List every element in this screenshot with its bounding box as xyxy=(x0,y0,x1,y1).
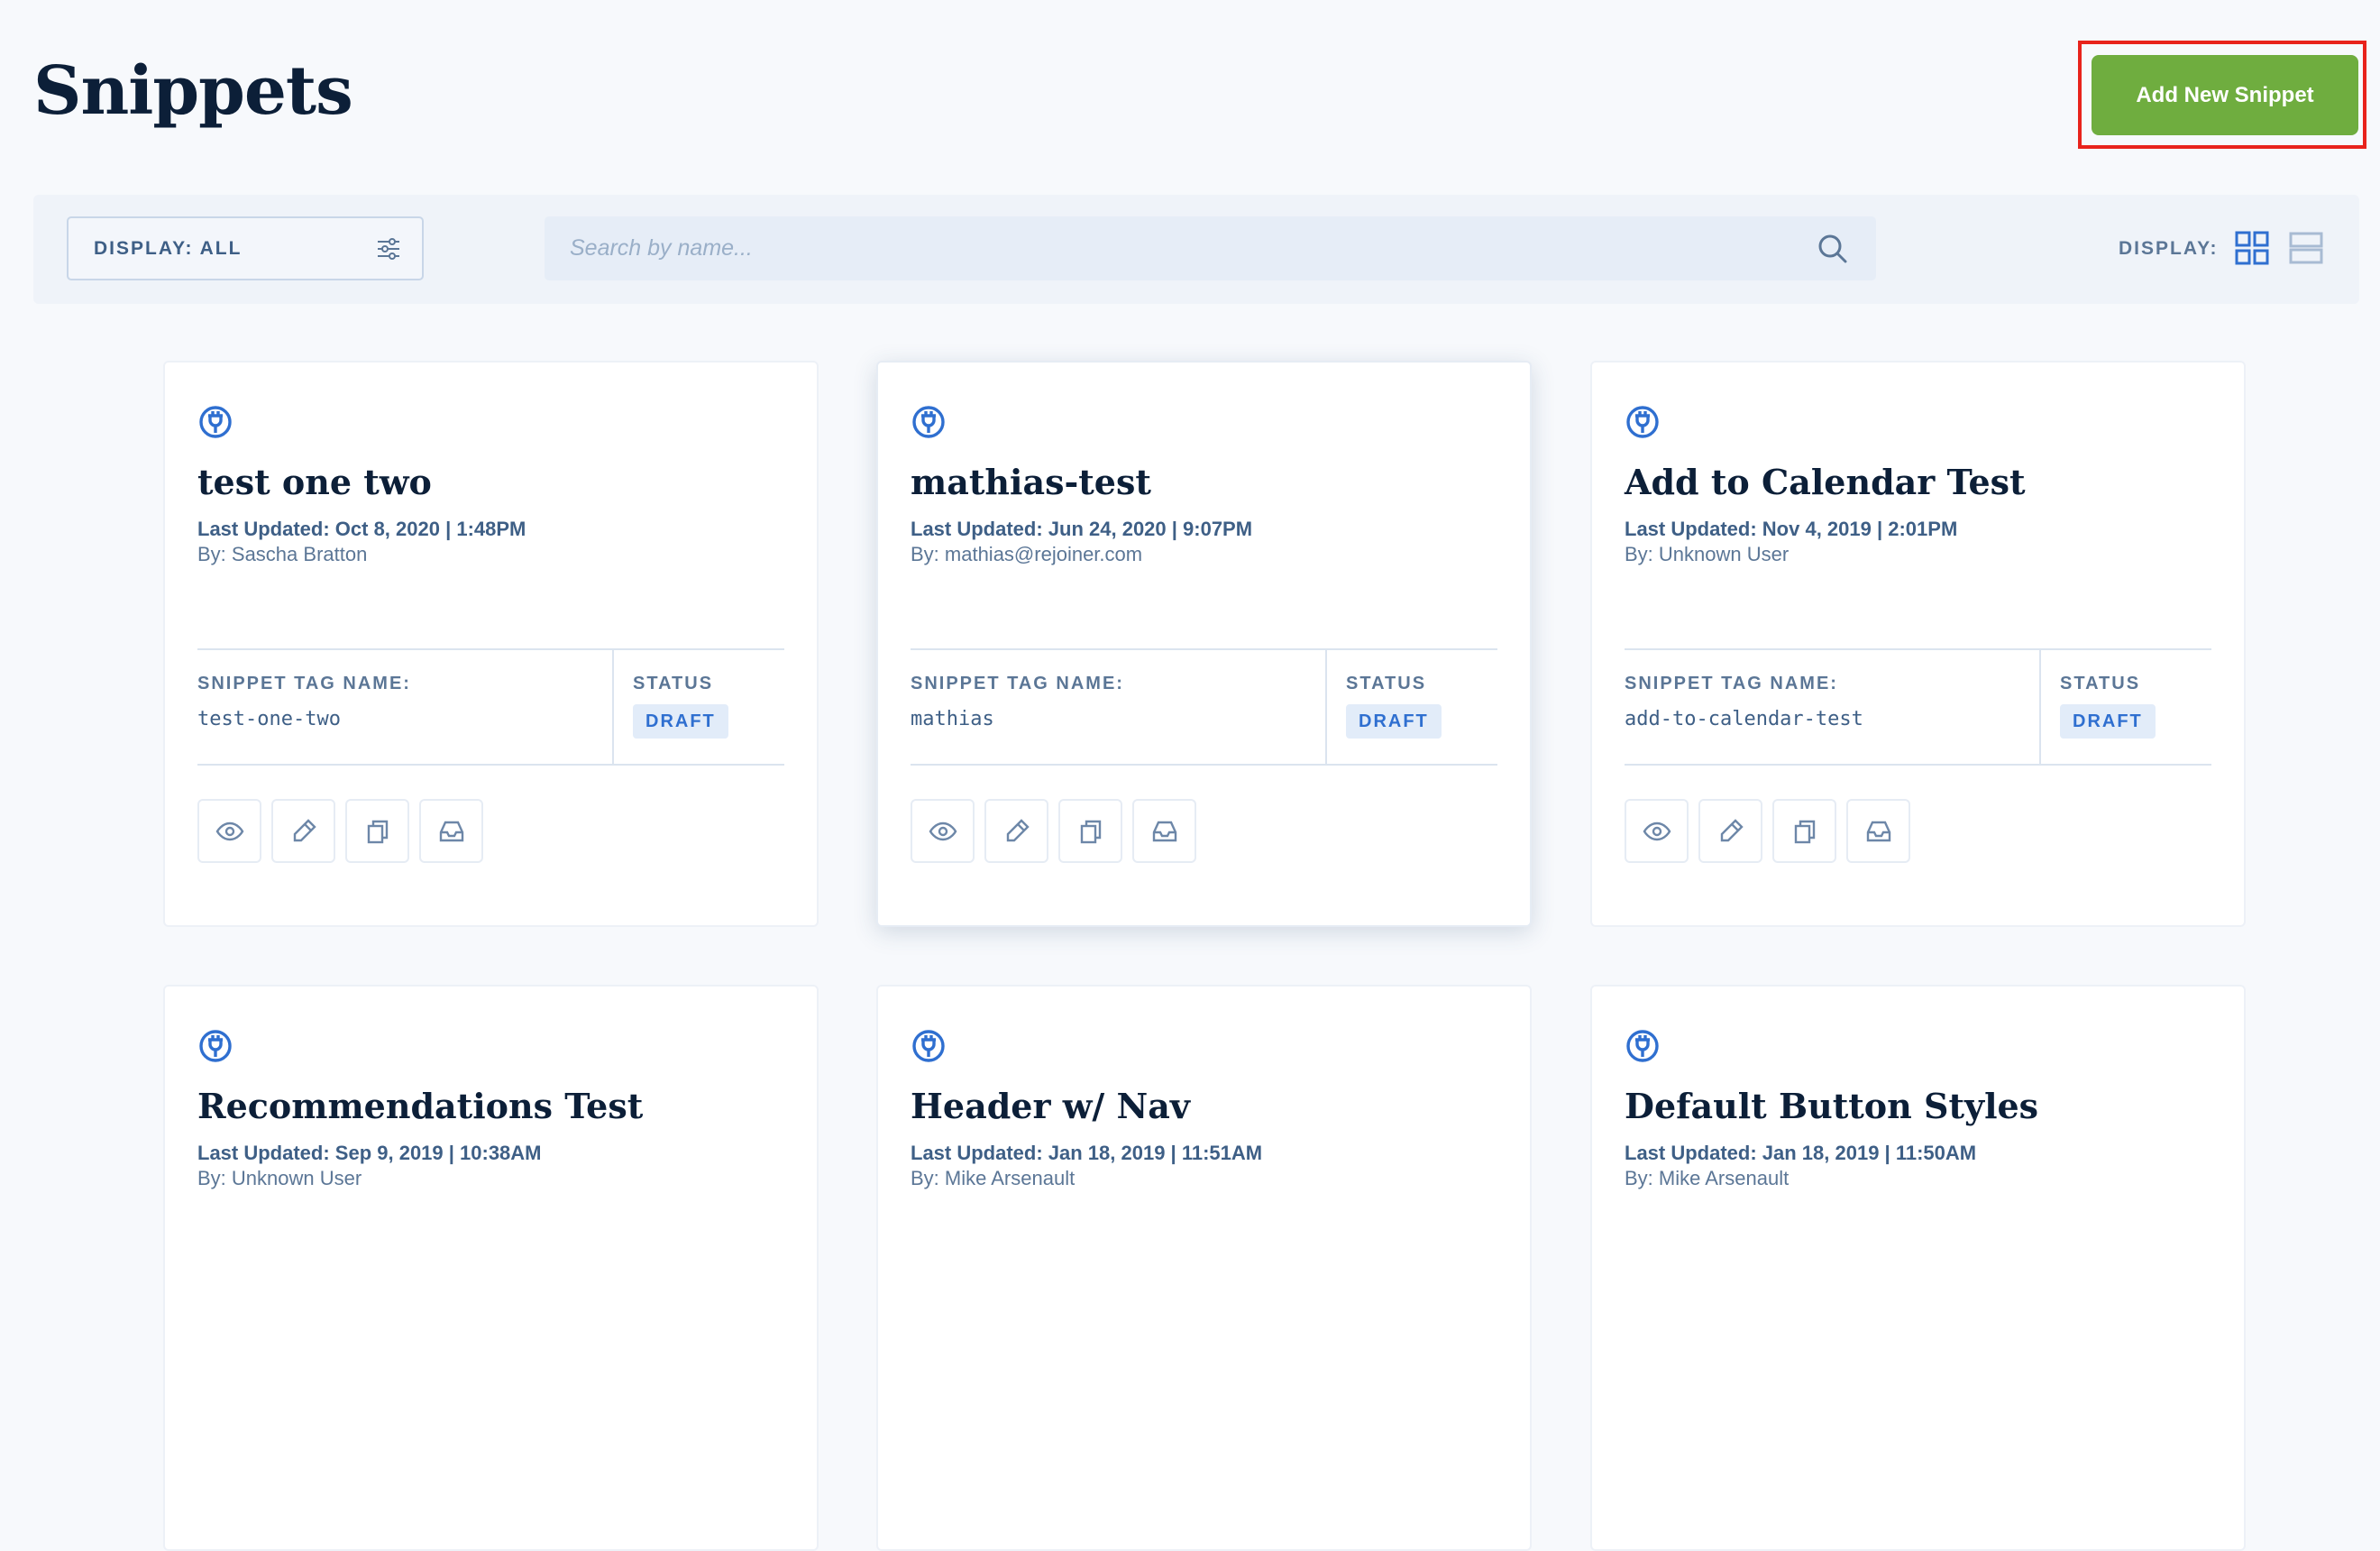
snippet-card[interactable]: mathias-test Last Updated: Jun 24, 2020 |… xyxy=(876,361,1532,927)
snippet-last-updated: Last Updated: Sep 9, 2019 | 10:38AM xyxy=(197,1142,542,1164)
archive-icon xyxy=(1866,821,1890,841)
snippet-plug-icon xyxy=(911,404,947,440)
add-new-snippet-button[interactable]: Add New Snippet xyxy=(2092,55,2358,135)
edit-button[interactable] xyxy=(271,799,335,863)
tag-name-value: test-one-two xyxy=(197,708,341,730)
status-badge: DRAFT xyxy=(2060,704,2156,739)
display-filter-dropdown[interactable]: DISPLAY: ALL xyxy=(67,216,424,280)
archive-icon xyxy=(1152,821,1176,841)
snippet-last-updated: Last Updated: Jan 18, 2019 | 11:50AM xyxy=(1625,1142,1977,1164)
snippet-meta: SNIPPET TAG NAME: mathias STATUS DRAFT xyxy=(911,648,1497,766)
sliders-icon xyxy=(378,237,399,260)
meta-divider xyxy=(612,650,614,764)
snippet-actions xyxy=(911,799,1196,863)
snippet-author: By: Unknown User xyxy=(1625,543,1790,565)
duplicate-icon xyxy=(1794,820,1815,843)
grid-view-icon[interactable] xyxy=(2235,231,2269,265)
view-button[interactable] xyxy=(197,799,261,863)
edit-icon xyxy=(293,818,316,841)
status-label: STATUS xyxy=(2060,674,2141,693)
duplicate-icon xyxy=(1080,820,1101,843)
archive-button[interactable] xyxy=(419,799,483,863)
status-label: STATUS xyxy=(1346,674,1427,693)
snippet-title[interactable]: Recommendations Test xyxy=(197,1086,643,1126)
edit-button[interactable] xyxy=(984,799,1048,863)
snippet-card[interactable]: Add to Calendar Test Last Updated: Nov 4,… xyxy=(1590,361,2246,927)
snippet-card[interactable]: Header w/ Nav Last Updated: Jan 18, 2019 … xyxy=(876,985,1532,1551)
snippet-title[interactable]: test one two xyxy=(197,462,432,502)
duplicate-button[interactable] xyxy=(1772,799,1836,863)
snippet-last-updated: Last Updated: Jun 24, 2020 | 9:07PM xyxy=(911,518,1253,540)
duplicate-button[interactable] xyxy=(345,799,409,863)
page-title: Snippets xyxy=(33,52,353,130)
view-button[interactable] xyxy=(1625,799,1689,863)
snippet-author: By: Unknown User xyxy=(197,1167,362,1189)
snippet-author: By: Sascha Bratton xyxy=(197,543,368,565)
snippet-last-updated: Last Updated: Jan 18, 2019 | 11:51AM xyxy=(911,1142,1263,1164)
snippet-title[interactable]: mathias-test xyxy=(911,462,1151,502)
snippet-plug-icon xyxy=(197,404,233,440)
snippet-card[interactable]: Recommendations Test Last Updated: Sep 9,… xyxy=(163,985,819,1551)
edit-icon xyxy=(1006,818,1030,841)
snippet-plug-icon xyxy=(1625,1028,1661,1064)
meta-divider xyxy=(1325,650,1327,764)
duplicate-icon xyxy=(367,820,388,843)
snippet-plug-icon xyxy=(911,1028,947,1064)
snippet-last-updated: Last Updated: Nov 4, 2019 | 2:01PM xyxy=(1625,518,1958,540)
snippet-actions xyxy=(1625,799,1910,863)
display-mode-label: DISPLAY: xyxy=(2119,238,2219,259)
search-input[interactable] xyxy=(545,216,1817,280)
snippet-title[interactable]: Add to Calendar Test xyxy=(1625,462,2026,502)
snippet-author: By: mathias@rejoiner.com xyxy=(911,543,1143,565)
view-icon xyxy=(1643,821,1671,840)
archive-icon xyxy=(439,821,463,841)
list-view-icon[interactable] xyxy=(2289,231,2323,265)
view-button[interactable] xyxy=(911,799,975,863)
snippet-author: By: Mike Arsenault xyxy=(911,1167,1076,1189)
edit-icon xyxy=(1720,818,1744,841)
snippet-last-updated: Last Updated: Oct 8, 2020 | 1:48PM xyxy=(197,518,526,540)
view-icon xyxy=(929,821,957,840)
snippet-title[interactable]: Header w/ Nav xyxy=(911,1086,1190,1126)
view-icon xyxy=(215,821,243,840)
search-bar xyxy=(545,216,1876,280)
snippet-title[interactable]: Default Button Styles xyxy=(1625,1086,2038,1126)
status-label: STATUS xyxy=(633,674,714,693)
search-icon[interactable] xyxy=(1817,233,1849,265)
meta-divider xyxy=(2039,650,2041,764)
duplicate-button[interactable] xyxy=(1058,799,1122,863)
snippet-actions xyxy=(197,799,483,863)
tag-name-value: mathias xyxy=(911,708,994,730)
status-badge: DRAFT xyxy=(633,704,728,739)
toolbar: DISPLAY: ALL DISPLAY: xyxy=(33,195,2359,304)
snippet-author: By: Mike Arsenault xyxy=(1625,1167,1790,1189)
tag-name-label: SNIPPET TAG NAME: xyxy=(197,674,411,693)
display-filter-label: DISPLAY: ALL xyxy=(94,237,243,259)
tag-name-label: SNIPPET TAG NAME: xyxy=(911,674,1124,693)
snippet-meta: SNIPPET TAG NAME: add-to-calendar-test STA… xyxy=(1625,648,2211,766)
snippet-card[interactable]: Default Button Styles Last Updated: Jan 1… xyxy=(1590,985,2246,1551)
snippet-plug-icon xyxy=(197,1028,233,1064)
snippet-plug-icon xyxy=(1625,404,1661,440)
archive-button[interactable] xyxy=(1846,799,1910,863)
edit-button[interactable] xyxy=(1698,799,1762,863)
snippet-card[interactable]: test one two Last Updated: Oct 8, 2020 | … xyxy=(163,361,819,927)
status-badge: DRAFT xyxy=(1346,704,1442,739)
archive-button[interactable] xyxy=(1132,799,1196,863)
snippet-meta: SNIPPET TAG NAME: test-one-two STATUS DRAFT xyxy=(197,648,784,766)
tag-name-value: add-to-calendar-test xyxy=(1625,708,1863,730)
tag-name-label: SNIPPET TAG NAME: xyxy=(1625,674,1838,693)
